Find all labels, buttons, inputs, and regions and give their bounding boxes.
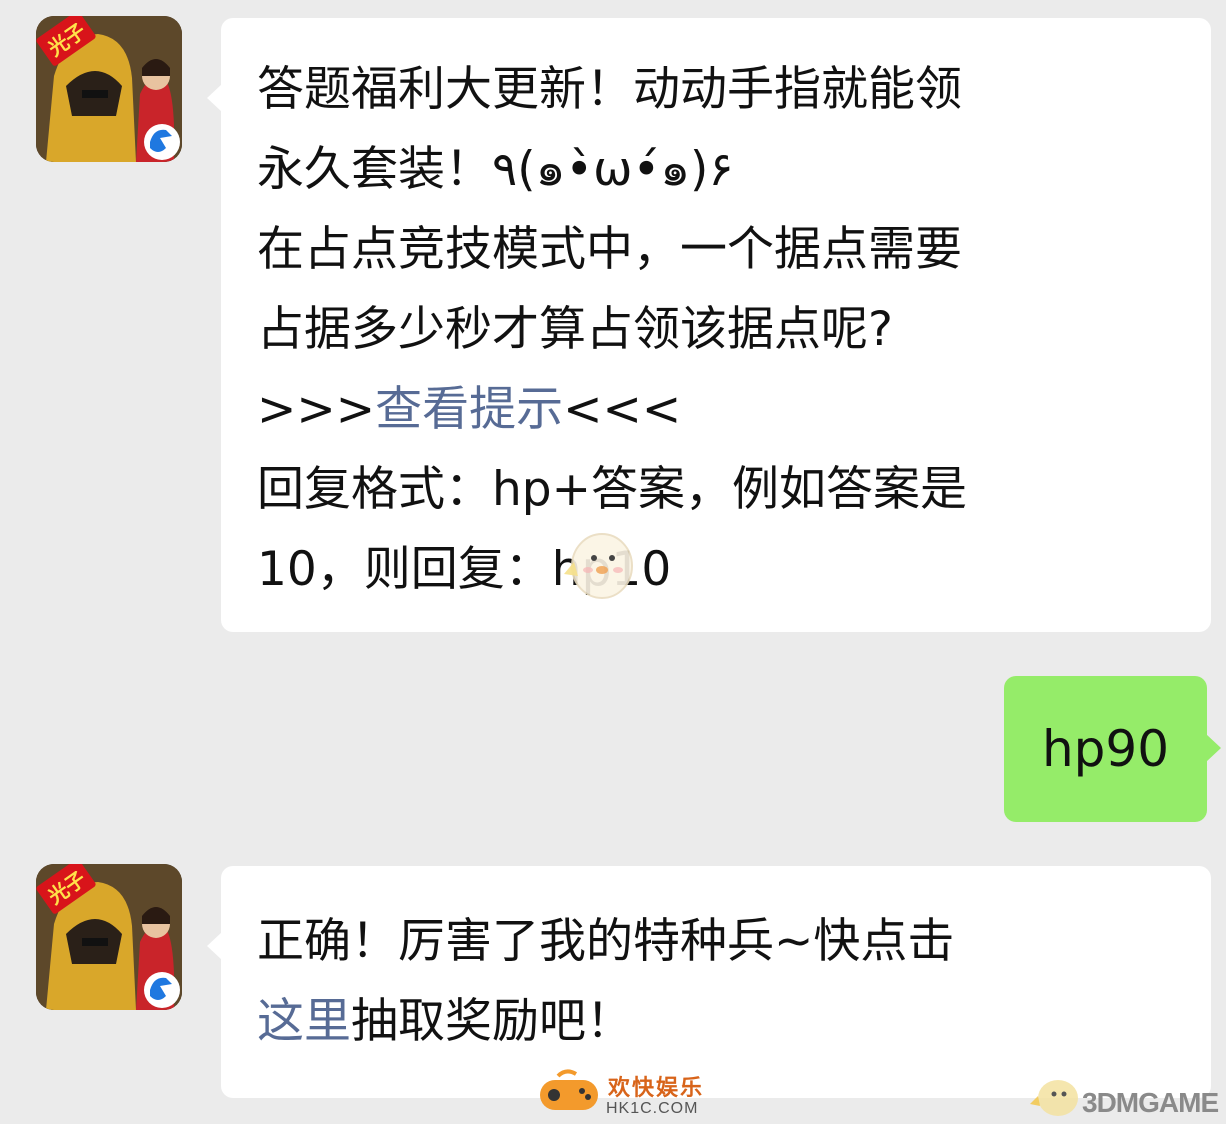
message-line: 10，则回复：hp10 (257, 542, 672, 597)
hint-suffix: <<< (563, 382, 682, 437)
gamepad-watermark-icon (540, 1069, 598, 1110)
message-line: 正确！厉害了我的特种兵~快点击 (257, 914, 955, 969)
message-bubble-question[interactable]: 答题福利大更新！动动手指就能领 永久套装！٩(๑•̀ω•́๑)۶ 在占点竞技模式… (207, 18, 1211, 632)
3dm-watermark-text: 3DMGAME (1082, 1087, 1219, 1118)
message-line: 占据多少秒才算占领该据点呢? (257, 302, 893, 357)
hk1c-watermark-url: HK1C.COM (606, 1100, 699, 1117)
my-message-text: hp90 (1041, 720, 1170, 778)
my-message-bubble[interactable]: hp90 (1004, 676, 1221, 822)
hint-link[interactable]: 查看提示 (375, 382, 563, 437)
avatar-official-account[interactable]: 光子 (36, 16, 182, 162)
message-line: 在占点竞技模式中，一个据点需要 (257, 222, 962, 277)
hint-prefix: >>> (257, 382, 376, 437)
reward-link[interactable]: 这里 (257, 994, 351, 1049)
message-text: 抽取奖励吧！ (351, 994, 633, 1049)
hk1c-watermark-text: 欢快娱乐 (608, 1076, 705, 1101)
message-line: 永久套装！٩(๑•̀ω•́๑)۶ (257, 142, 734, 197)
hint-line: >>>查看提示<<< (257, 370, 1175, 450)
message-line-link: 这里抽取奖励吧！ (257, 982, 1175, 1062)
message-line: 答题福利大更新！动动手指就能领 (257, 62, 962, 117)
message-line: 回复格式：hp+答案，例如答案是 (257, 462, 968, 517)
message-bubble-correct[interactable]: 正确！厉害了我的特种兵~快点击 这里抽取奖励吧！ (207, 866, 1211, 1098)
3dm-mascot-icon (1030, 1080, 1078, 1116)
mascot-watermark-icon (564, 533, 633, 599)
avatar-official-account[interactable]: 光子 (36, 864, 182, 1010)
